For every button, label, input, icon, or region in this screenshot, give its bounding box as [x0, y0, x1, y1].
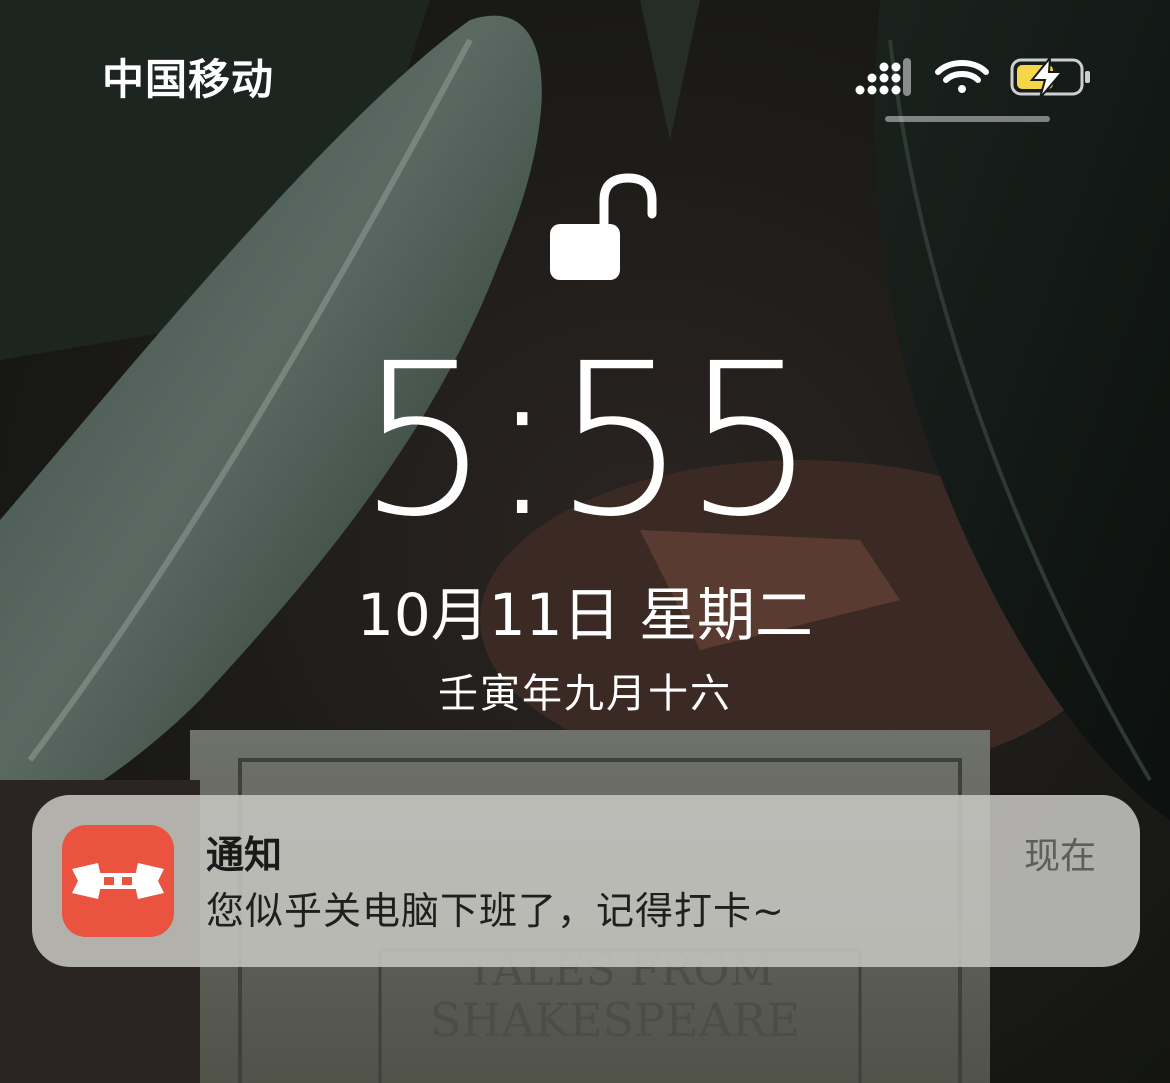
notification-title: 通知: [206, 833, 283, 877]
notification-time: 现在: [1023, 836, 1096, 877]
lunar-date-label: 壬寅年九月十六: [438, 671, 732, 717]
status-bar-indicator: [885, 116, 1050, 122]
status-icons: [855, 56, 1090, 99]
app-icon: [62, 825, 174, 937]
notification-body: 您似乎关电脑下班了，记得打卡~: [206, 889, 785, 933]
carrier-label: 中国移动: [102, 55, 275, 104]
date-label: 10月11日 星期二: [356, 581, 814, 649]
unlocked-padlock-icon: [550, 173, 657, 280]
battery-charging-icon: [1010, 56, 1090, 99]
lock-screen: TALES FROM SHAKESPEARE 中国移动 5:55 10月11日 …: [0, 0, 1170, 1083]
cellular-signal-icon: [855, 58, 911, 96]
clock-time: 5:55: [357, 318, 817, 563]
svg-text:SHAKESPEARE: SHAKESPEARE: [430, 993, 800, 1047]
bow-tie-icon: [72, 863, 164, 899]
notification-banner[interactable]: 通知 您似乎关电脑下班了，记得打卡~ 现在: [32, 795, 1140, 967]
wifi-icon: [935, 60, 989, 93]
